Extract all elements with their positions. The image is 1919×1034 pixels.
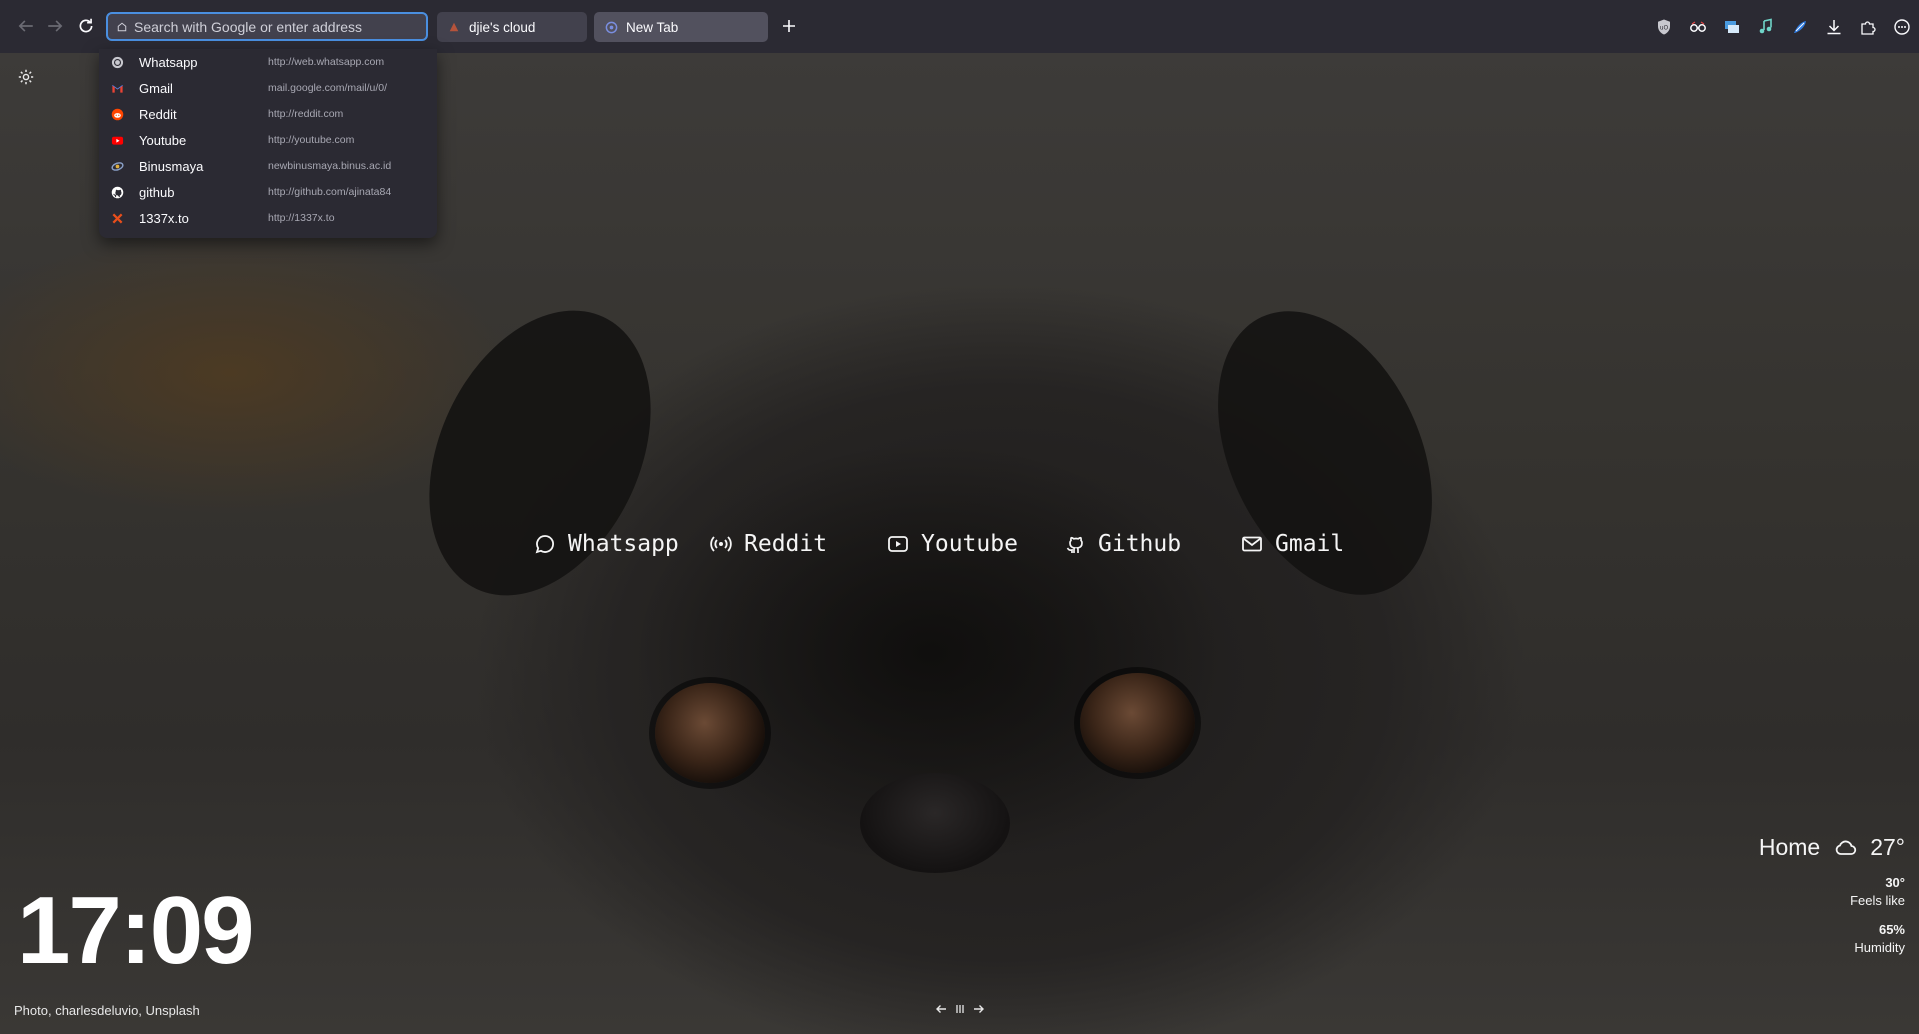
suggestion-url: mail.google.com/mail/u/0/ — [268, 82, 388, 94]
arrow-right-icon — [48, 20, 63, 32]
address-input[interactable] — [130, 17, 426, 36]
link-label: Youtube — [921, 531, 1018, 557]
address-bar[interactable] — [106, 12, 428, 41]
suggestion-title: Youtube — [139, 132, 187, 148]
suggestion-item-1337x[interactable]: 1337x.to http://1337x.to — [99, 205, 437, 231]
url-suggestions-dropdown: Whatsapp http://web.whatsapp.com Gmail m… — [99, 49, 437, 238]
feather-icon[interactable] — [1783, 12, 1817, 42]
suggestion-title: Gmail — [139, 80, 173, 96]
suggestion-title: 1337x.to — [139, 210, 189, 226]
link-gmail[interactable]: Gmail — [1241, 524, 1344, 564]
suggestion-item-youtube[interactable]: Youtube http://youtube.com — [99, 127, 437, 153]
dog-eye-left — [655, 683, 765, 783]
youtube-icon — [110, 133, 124, 147]
feels-like-label: Feels like — [1850, 893, 1905, 908]
suggestion-url: http://github.com/ajinata84 — [268, 186, 392, 198]
humidity-value: 65% — [1878, 922, 1905, 937]
plus-icon — [783, 20, 795, 32]
extension-toolbar: uO — [1647, 12, 1919, 42]
music-icon[interactable] — [1749, 12, 1783, 42]
suggestion-url: http://youtube.com — [268, 134, 355, 146]
puzzle-icon[interactable] — [1851, 12, 1885, 42]
github-icon — [1064, 533, 1086, 555]
forward-button[interactable] — [43, 14, 67, 38]
pause-icon — [956, 1005, 964, 1013]
suggestion-url: http://reddit.com — [268, 108, 344, 120]
reload-button[interactable] — [74, 14, 98, 38]
link-github[interactable]: Github — [1064, 524, 1181, 564]
pause-button[interactable] — [953, 1002, 967, 1016]
suggestion-item-binusmaya[interactable]: Binusmaya newbinusmaya.binus.ac.id — [99, 153, 437, 179]
dog-ear-right — [1175, 276, 1475, 630]
arrow-right-icon — [974, 1005, 984, 1013]
github-icon — [110, 185, 124, 199]
sync-icon[interactable] — [1715, 12, 1749, 42]
binusmaya-icon — [110, 159, 124, 173]
link-label: Reddit — [744, 531, 828, 557]
suggestion-url: http://web.whatsapp.com — [268, 56, 385, 68]
previous-button[interactable] — [934, 1002, 948, 1016]
1337x-icon — [110, 211, 124, 225]
humidity-label: Humidity — [1854, 940, 1905, 955]
arrow-left-icon — [18, 20, 33, 32]
quick-links: Whatsapp Reddit Youtube Github Gmail — [0, 524, 1919, 564]
suggestion-title: Binusmaya — [139, 158, 204, 174]
slideshow-controls — [934, 1000, 986, 1018]
broadcast-icon — [710, 533, 732, 555]
chat-bubble-icon — [534, 533, 556, 555]
feels-like-value: 30° — [1885, 875, 1905, 890]
reddit-icon — [110, 107, 124, 121]
download-icon[interactable] — [1817, 12, 1851, 42]
tab-djies-cloud[interactable]: djie's cloud — [437, 12, 587, 42]
tab-new-tab[interactable]: New Tab — [594, 12, 768, 42]
gmail-icon — [110, 81, 124, 95]
firefox-favicon-icon — [604, 20, 618, 34]
link-label: Whatsapp — [568, 531, 679, 557]
reload-icon — [79, 18, 93, 33]
mail-icon — [1241, 533, 1263, 555]
settings-button[interactable] — [16, 67, 36, 87]
link-reddit[interactable]: Reddit — [710, 524, 827, 564]
tab-label: djie's cloud — [469, 19, 536, 35]
menu-icon[interactable] — [1885, 12, 1919, 42]
clock: 17:09 — [17, 877, 255, 984]
play-icon — [887, 533, 909, 555]
suggestion-title: Reddit — [139, 106, 177, 122]
photo-credit: Photo, charlesdeluvio, Unsplash — [14, 1003, 200, 1018]
weather-location: Home — [1758, 834, 1821, 860]
dog-nose — [860, 773, 1010, 873]
tab-label: New Tab — [626, 19, 679, 35]
suggestion-title: github — [139, 184, 175, 200]
weather-widget: Home 27° 30° Feels like 65% Humidity — [1685, 834, 1905, 955]
suggestion-item-whatsapp[interactable]: Whatsapp http://web.whatsapp.com — [99, 49, 437, 75]
next-button[interactable] — [972, 1002, 986, 1016]
glasses-icon[interactable] — [1681, 12, 1715, 42]
suggestion-url: newbinusmaya.binus.ac.id — [268, 160, 392, 172]
link-label: Github — [1098, 531, 1182, 557]
shield-icon[interactable]: uO — [1647, 12, 1681, 42]
cloud-favicon-icon — [447, 20, 461, 34]
back-button[interactable] — [14, 14, 38, 38]
whatsapp-icon — [110, 55, 124, 69]
suggestion-title: Whatsapp — [139, 54, 198, 70]
new-tab-button[interactable] — [777, 14, 801, 38]
link-label: Gmail — [1275, 531, 1345, 557]
cloud-icon — [1834, 836, 1858, 860]
suggestion-item-gmail[interactable]: Gmail mail.google.com/mail/u/0/ — [99, 75, 437, 101]
svg-text:uO: uO — [1660, 25, 1669, 32]
suggestion-item-github[interactable]: github http://github.com/ajinata84 — [99, 179, 437, 205]
arrow-left-icon — [936, 1005, 946, 1013]
suggestion-url: http://1337x.to — [268, 212, 335, 224]
search-icon — [114, 19, 130, 35]
link-youtube[interactable]: Youtube — [887, 524, 1018, 564]
suggestion-item-reddit[interactable]: Reddit http://reddit.com — [99, 101, 437, 127]
gear-icon — [18, 69, 34, 85]
link-whatsapp[interactable]: Whatsapp — [534, 524, 679, 564]
browser-toolbar: djie's cloud New Tab uO — [0, 0, 1919, 53]
dog-ear-left — [385, 274, 695, 632]
weather-temp: 27° — [1870, 834, 1905, 860]
dog-eye-right — [1080, 673, 1195, 773]
